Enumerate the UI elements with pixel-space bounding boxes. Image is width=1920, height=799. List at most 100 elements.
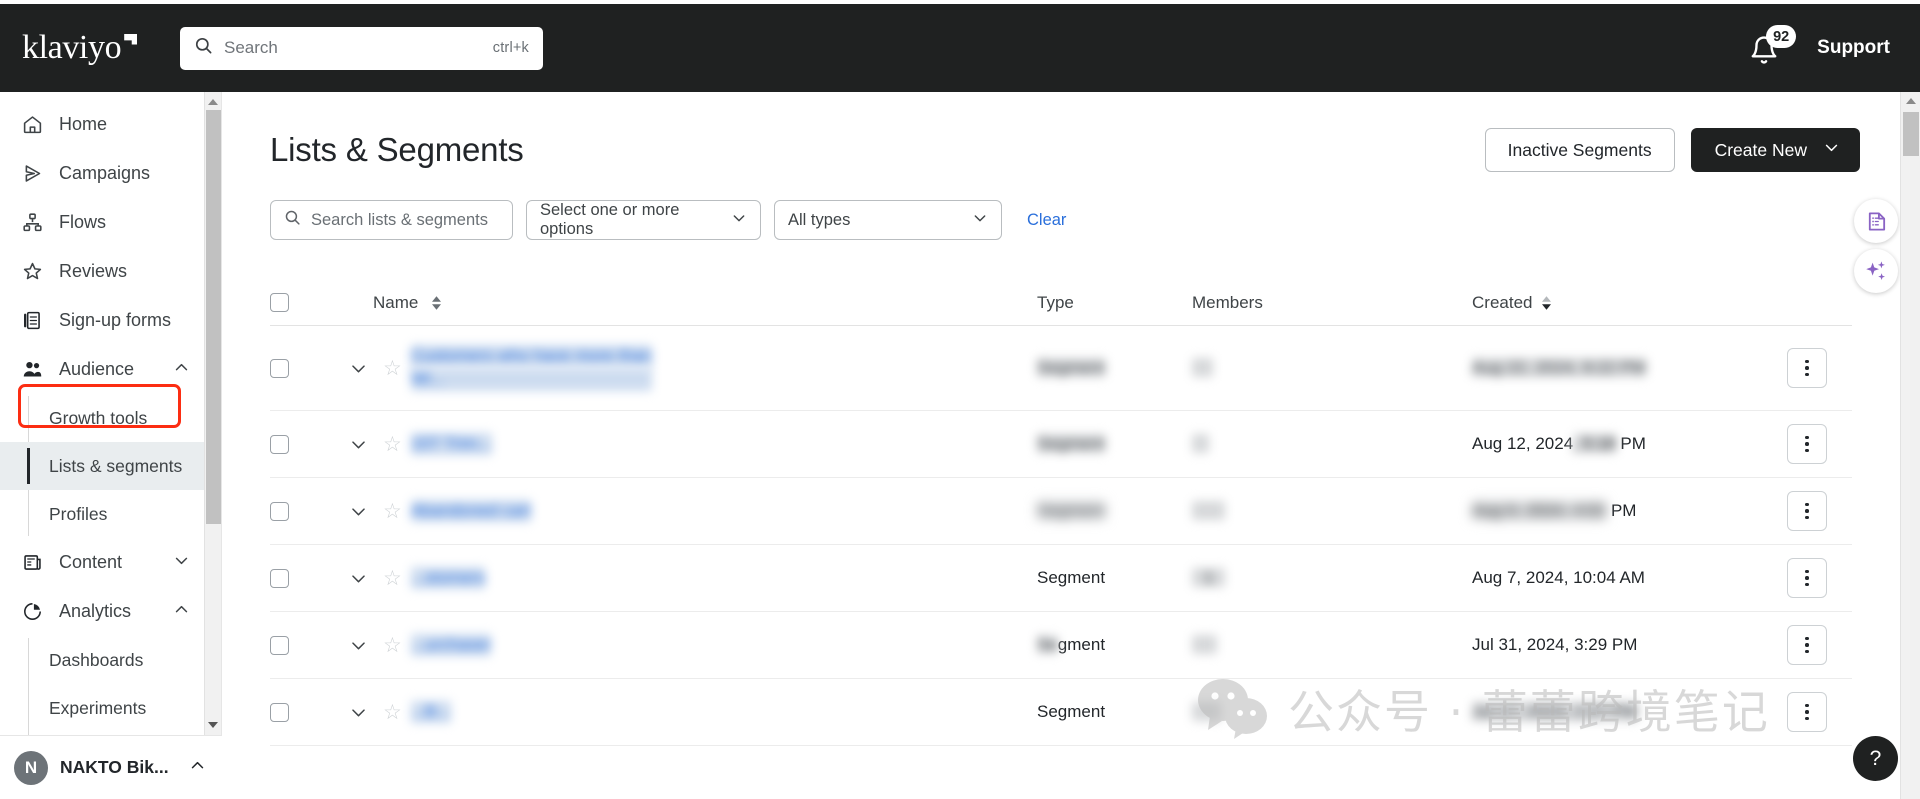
- favorite-star-icon[interactable]: ☆: [383, 501, 402, 522]
- row-actions-menu-button[interactable]: [1787, 424, 1827, 464]
- sidebar-item-dashboards[interactable]: Dashboards: [0, 636, 222, 684]
- account-switcher[interactable]: N NAKTO Bik...: [0, 735, 222, 799]
- favorite-star-icon[interactable]: ☆: [383, 568, 402, 589]
- sidebar-item-profiles[interactable]: Profiles: [0, 490, 222, 538]
- row-name-text[interactable]: 15T Trim...: [411, 433, 492, 456]
- klaviyo-logo[interactable]: klaviyo: [0, 31, 175, 65]
- row-expand-toggle[interactable]: [333, 502, 383, 521]
- top-navigation-bar: klaviyo ctrl+k 92 Support: [0, 4, 1920, 92]
- row-checkbox[interactable]: [270, 359, 289, 378]
- row-checkbox[interactable]: [270, 703, 289, 722]
- row-expand-toggle[interactable]: [333, 435, 383, 454]
- row-actions-menu-button[interactable]: [1787, 692, 1827, 732]
- row-expand-toggle[interactable]: [333, 703, 383, 722]
- sidebar-item-audience[interactable]: Audience: [0, 345, 222, 394]
- sidebar-item-analytics[interactable]: Analytics: [0, 587, 222, 636]
- main-scrollbar[interactable]: [1900, 92, 1920, 799]
- table-row[interactable]: ☆ ...B... Segment Jul 17, 2024, 2:27 PM: [270, 679, 1852, 746]
- row-type-cell: Segment: [1037, 501, 1192, 521]
- notifications-button[interactable]: 92: [1749, 27, 1791, 69]
- lists-search-field[interactable]: Search lists & segments: [270, 200, 513, 240]
- sidebar-item-reviews[interactable]: Reviews: [0, 247, 222, 296]
- row-actions-menu-button[interactable]: [1787, 348, 1827, 388]
- search-shortcut-hint: ctrl+k: [493, 40, 529, 56]
- inactive-segments-button[interactable]: Inactive Segments: [1485, 128, 1675, 172]
- column-header-type: Type: [1037, 293, 1192, 313]
- global-search-box[interactable]: ctrl+k: [180, 27, 543, 70]
- table-row[interactable]: ☆ 15T Trim... Segment Aug 12, 2024, 5:18…: [270, 411, 1852, 478]
- sidebar-scrollbar[interactable]: [204, 92, 221, 735]
- row-expand-toggle[interactable]: [333, 359, 383, 378]
- scroll-up-arrow-icon[interactable]: [1906, 98, 1916, 104]
- sidebar-item-campaigns[interactable]: Campaigns: [0, 149, 222, 198]
- favorite-star-icon[interactable]: ☆: [383, 702, 402, 723]
- row-type-cell: Segment: [1037, 635, 1192, 655]
- row-name-cell: ☆ Abandoned cart: [383, 500, 1037, 523]
- forms-icon: [20, 309, 44, 333]
- favorite-star-icon[interactable]: ☆: [383, 358, 402, 379]
- row-name-text[interactable]: ...urchaser: [411, 634, 491, 657]
- row-name-text[interactable]: Abandoned cart: [411, 500, 531, 523]
- favorite-star-icon[interactable]: ☆: [383, 635, 402, 656]
- clear-filters-link[interactable]: Clear: [1027, 211, 1066, 230]
- row-name-text[interactable]: ...B...: [411, 701, 451, 724]
- create-new-label: Create New: [1715, 140, 1807, 161]
- row-expand-toggle[interactable]: [333, 569, 383, 588]
- chevron-up-icon: [173, 601, 190, 623]
- row-name-text[interactable]: ...stomers: [411, 567, 486, 590]
- column-header-name[interactable]: Name: [333, 293, 1037, 313]
- row-checkbox[interactable]: [270, 435, 289, 454]
- sparkles-icon[interactable]: [1854, 249, 1898, 293]
- sort-name-icon[interactable]: [432, 296, 441, 310]
- column-header-created[interactable]: Created: [1472, 293, 1762, 313]
- lists-search-placeholder: Search lists & segments: [311, 211, 488, 230]
- audience-icon: [20, 358, 44, 382]
- row-select-cell: [270, 435, 333, 454]
- row-actions-menu-button[interactable]: [1787, 558, 1827, 598]
- table-row[interactable]: ☆ ...stomers Segment 1 Aug 7, 2024, 10:0…: [270, 545, 1852, 612]
- page-header: Lists & Segments Inactive Segments Creat…: [222, 92, 1900, 178]
- doc-icon[interactable]: [1854, 199, 1898, 243]
- sidebar-item-content[interactable]: Content: [0, 538, 222, 587]
- support-link[interactable]: Support: [1817, 37, 1890, 59]
- main-scrollbar-thumb[interactable]: [1903, 112, 1919, 156]
- table-row[interactable]: ☆ ...urchaser Segment Jul 31, 2024, 3:29…: [270, 612, 1852, 679]
- help-button[interactable]: ?: [1853, 736, 1898, 781]
- sidebar-item-label: Flows: [59, 212, 106, 233]
- row-actions-cell: [1762, 348, 1852, 388]
- scroll-up-arrow-icon[interactable]: [208, 99, 218, 105]
- row-checkbox[interactable]: [270, 569, 289, 588]
- tag-filter-dropdown[interactable]: Select one or more options: [526, 200, 761, 240]
- row-members-cell: [1192, 501, 1472, 521]
- row-expand-toggle[interactable]: [333, 636, 383, 655]
- sidebar-item-home[interactable]: Home: [0, 100, 222, 149]
- row-actions-menu-button[interactable]: [1787, 491, 1827, 531]
- sidebar-item-growth-tools[interactable]: Growth tools: [0, 394, 222, 442]
- table-row[interactable]: ☆ Abandoned cart Segment Aug 9, 2024, 4:…: [270, 478, 1852, 545]
- scroll-down-arrow-icon[interactable]: [208, 722, 218, 728]
- sort-created-icon[interactable]: [1542, 296, 1551, 310]
- table-row[interactable]: ☆ Customers who have more than Wi... Seg…: [270, 326, 1852, 411]
- sidebar-scrollbar-thumb[interactable]: [206, 110, 221, 524]
- row-name-line2[interactable]: Wi...: [411, 368, 652, 391]
- row-members-text: [1192, 358, 1213, 377]
- sidebar-item-flows[interactable]: Flows: [0, 198, 222, 247]
- create-new-button[interactable]: Create New: [1691, 128, 1860, 172]
- sidebar-item-sign-up-forms[interactable]: Sign-up forms: [0, 296, 222, 345]
- row-name-cell: ☆ ...B...: [383, 701, 1037, 724]
- favorite-star-icon[interactable]: ☆: [383, 434, 402, 455]
- row-name-line1[interactable]: Customers who have more than: [411, 345, 652, 368]
- row-checkbox[interactable]: [270, 636, 289, 655]
- row-checkbox[interactable]: [270, 502, 289, 521]
- select-all-checkbox[interactable]: [270, 293, 289, 312]
- sidebar-item-lists-and-segments[interactable]: Lists & segments: [0, 442, 214, 490]
- sidebar-item-experiments[interactable]: Experiments: [0, 684, 222, 732]
- chevron-up-icon: [173, 359, 190, 381]
- row-actions-menu-button[interactable]: [1787, 625, 1827, 665]
- type-filter-dropdown[interactable]: All types: [774, 200, 1002, 240]
- global-search-input[interactable]: [224, 38, 493, 58]
- row-members-text: [1192, 501, 1225, 520]
- row-type-cell: Segment: [1037, 358, 1192, 378]
- row-name-text[interactable]: Customers who have more than Wi...: [411, 345, 652, 391]
- row-members-cell: [1192, 635, 1472, 655]
